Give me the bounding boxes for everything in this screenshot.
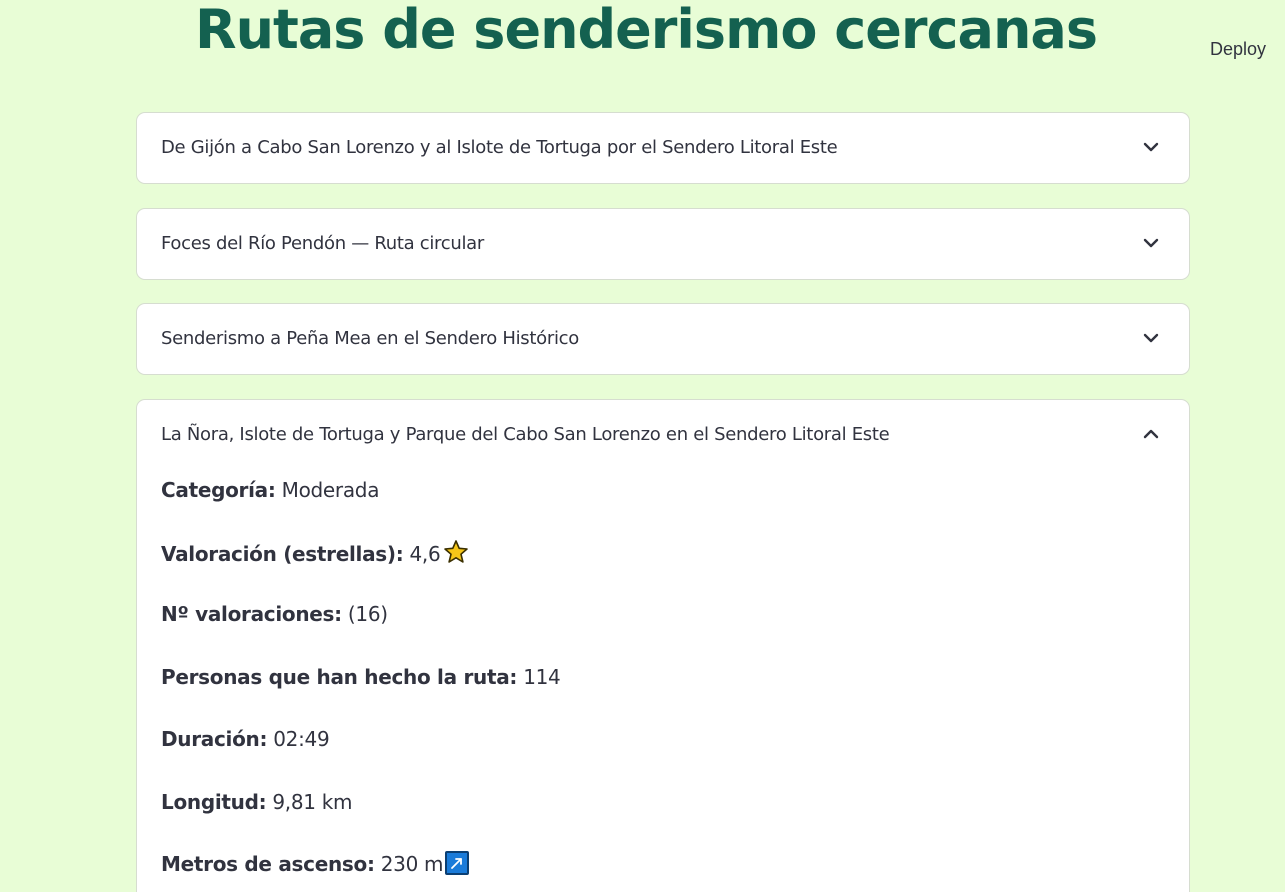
chevron-down-icon <box>1143 142 1159 152</box>
detail-personas: Personas que han hecho la ruta: 114 <box>161 664 561 690</box>
detail-label: Duración: <box>161 727 268 751</box>
route-expander-header[interactable]: De Gijón a Cabo San Lorenzo y al Islote … <box>137 113 1189 183</box>
detail-value: 114 <box>523 665 561 689</box>
detail-categoria: Categoría: Moderada <box>161 477 379 503</box>
chevron-down-icon <box>1143 238 1159 248</box>
detail-num-valoraciones: Nº valoraciones: (16) <box>161 601 388 627</box>
detail-value: Moderada <box>281 478 380 502</box>
route-title: La Ñora, Islote de Tortuga y Parque del … <box>161 424 890 445</box>
route-title: De Gijón a Cabo San Lorenzo y al Islote … <box>161 137 838 158</box>
arrow-up-right-icon <box>445 851 470 875</box>
route-expander-header[interactable]: La Ñora, Islote de Tortuga y Parque del … <box>137 400 1189 470</box>
route-expander-header[interactable]: Foces del Río Pendón — Ruta circular <box>137 209 1189 279</box>
route-title: Senderismo a Peña Mea en el Sendero Hist… <box>161 328 579 349</box>
route-expander-4: La Ñora, Islote de Tortuga y Parque del … <box>136 399 1190 892</box>
detail-label: Valoración (estrellas): <box>161 542 404 566</box>
chevron-down-icon <box>1143 333 1159 343</box>
detail-value: (16) <box>347 602 388 626</box>
detail-value: 4,6 <box>409 542 441 566</box>
detail-label: Categoría: <box>161 478 276 502</box>
detail-value: 9,81 km <box>272 790 353 814</box>
route-title: Foces del Río Pendón — Ruta circular <box>161 233 485 254</box>
detail-longitud: Longitud: 9,81 km <box>161 789 353 815</box>
detail-label: Nº valoraciones: <box>161 602 342 626</box>
detail-label: Personas que han hecho la ruta: <box>161 665 518 689</box>
detail-valoracion: Valoración (estrellas): 4,6 <box>161 539 469 567</box>
detail-label: Longitud: <box>161 790 267 814</box>
detail-value: 230 m <box>380 852 444 876</box>
route-expander-3[interactable]: Senderismo a Peña Mea en el Sendero Hist… <box>136 303 1190 375</box>
route-expander-2[interactable]: Foces del Río Pendón — Ruta circular <box>136 208 1190 280</box>
detail-label: Metros de ascenso: <box>161 852 375 876</box>
page-title: Rutas de senderismo cercanas <box>195 0 1098 61</box>
detail-ascenso: Metros de ascenso: 230 m <box>161 851 470 877</box>
app-page: Deploy Rutas de senderismo cercanas De G… <box>0 0 1285 892</box>
detail-duracion: Duración: 02:49 <box>161 726 330 752</box>
chevron-up-icon <box>1143 429 1159 439</box>
route-expander-header[interactable]: Senderismo a Peña Mea en el Sendero Hist… <box>137 304 1189 374</box>
route-expander-1[interactable]: De Gijón a Cabo San Lorenzo y al Islote … <box>136 112 1190 184</box>
detail-value: 02:49 <box>273 727 330 751</box>
star-icon <box>444 540 469 563</box>
